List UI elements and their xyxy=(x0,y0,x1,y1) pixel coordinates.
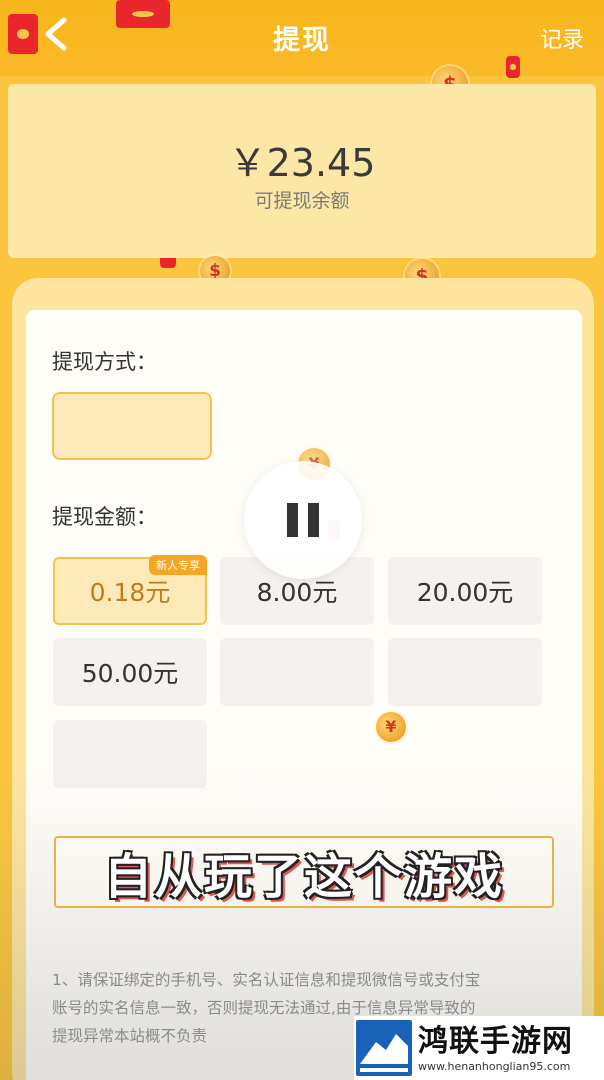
balance-card: ￥23.45 可提现余额 xyxy=(8,84,596,258)
pause-icon xyxy=(308,503,319,537)
balance-amount: ￥23.45 xyxy=(228,141,376,185)
video-caption: 自从玩了这个游戏 xyxy=(54,836,554,908)
red-envelope-icon xyxy=(116,0,170,28)
watermark-url: www.henanhonglian95.com xyxy=(418,1059,571,1073)
amount-option-20[interactable]: 20.00元 xyxy=(388,557,542,625)
amount-option-empty[interactable] xyxy=(388,638,542,706)
pause-icon xyxy=(287,503,298,537)
page-title: 提现 xyxy=(273,25,331,56)
amount-option-label: 0.18元 xyxy=(89,578,171,607)
amount-option-label: 20.00元 xyxy=(416,578,514,607)
amount-label: 提现金额： xyxy=(52,505,157,529)
watermark-text: 鸿联手游网 www.henanhonglian95.com xyxy=(418,1024,573,1073)
site-logo-icon xyxy=(356,1020,412,1076)
coin-icon: ¥ xyxy=(376,712,406,742)
withdraw-method-option[interactable] xyxy=(52,392,212,460)
balance-label: 可提现余额 xyxy=(254,190,350,212)
record-link[interactable]: 记录 xyxy=(540,22,584,54)
pause-button[interactable] xyxy=(244,461,362,579)
notice-line: 1、请保证绑定的手机号、实名认证信息和提现微信号或支付宝 xyxy=(52,971,481,989)
site-watermark: 鸿联手游网 www.henanhonglian95.com xyxy=(354,1016,604,1080)
new-user-badge: 新人专享 xyxy=(149,555,207,575)
method-label: 提现方式： xyxy=(52,350,157,374)
amount-option-empty[interactable] xyxy=(220,638,374,706)
amount-option-label: 50.00元 xyxy=(81,659,179,688)
red-envelope-icon xyxy=(506,56,520,78)
amount-option-0-18[interactable]: 0.18元 新人专享 xyxy=(53,555,207,625)
amount-option-50[interactable]: 50.00元 xyxy=(53,638,207,706)
watermark-name: 鸿联手游网 xyxy=(418,1023,573,1059)
